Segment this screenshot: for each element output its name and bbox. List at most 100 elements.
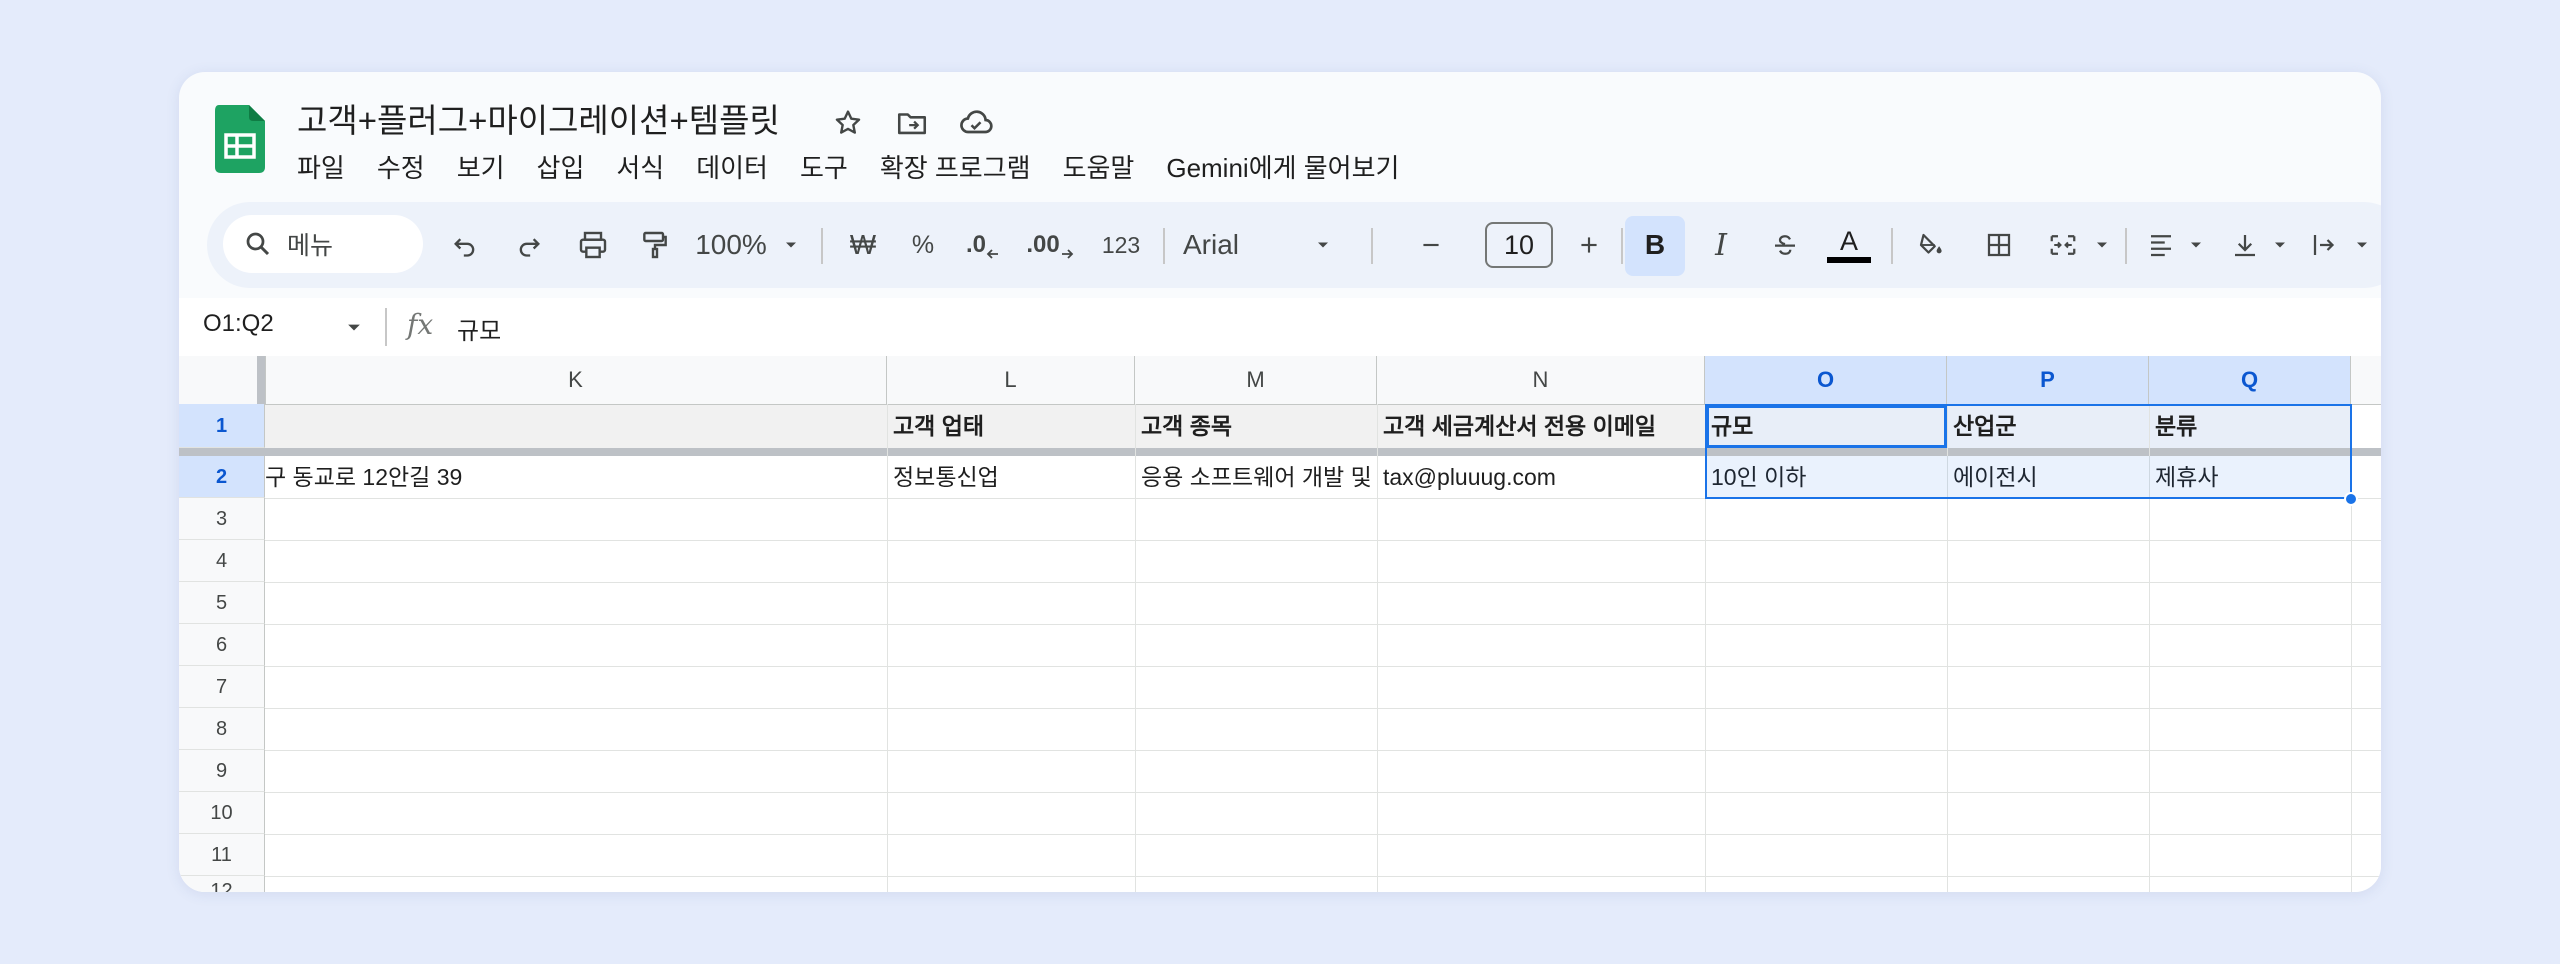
- gridline: [1377, 404, 1378, 892]
- move-folder-icon[interactable]: [891, 102, 933, 144]
- name-box-chevron-down-icon[interactable]: [344, 320, 364, 336]
- row-header[interactable]: 12: [179, 876, 265, 892]
- column-header[interactable]: M: [1135, 356, 1377, 404]
- cell-tax-email[interactable]: tax@pluuug.com: [1377, 456, 1705, 498]
- font-size-input[interactable]: 10: [1485, 222, 1553, 268]
- cell-header[interactable]: [265, 405, 887, 448]
- function-fx-icon: fx: [407, 308, 434, 341]
- cell-business-type[interactable]: 정보통신업: [887, 456, 1135, 498]
- select-all-corner[interactable]: [179, 356, 266, 404]
- text-color-swatch: [1827, 257, 1871, 263]
- column-header[interactable]: N: [1377, 356, 1705, 404]
- valign-chevron-down-icon[interactable]: [2265, 202, 2295, 288]
- italic-label: I: [1715, 227, 1727, 263]
- row-header[interactable]: 4: [179, 540, 265, 582]
- cell-header[interactable]: 고객 세금계산서 전용 이메일: [1377, 405, 1705, 448]
- merge-cells-icon[interactable]: [2035, 202, 2091, 288]
- menu-data[interactable]: 데이터: [680, 148, 784, 188]
- row-header[interactable]: 9: [179, 750, 265, 792]
- row-header[interactable]: 7: [179, 666, 265, 708]
- frozen-column-divider[interactable]: [257, 356, 265, 404]
- menu-help[interactable]: 도움말: [1047, 148, 1151, 188]
- sheets-logo-icon[interactable]: [215, 105, 265, 173]
- decrease-decimal-button[interactable]: .0: [955, 202, 1011, 288]
- increase-font-size-icon[interactable]: [1561, 202, 1617, 288]
- row-header[interactable]: 6: [179, 624, 265, 666]
- toolbar: 메뉴 100% ₩ % .0 .00 123 Arial 10 B I A: [207, 202, 2381, 288]
- star-icon[interactable]: [827, 102, 869, 144]
- row-header[interactable]: 11: [179, 834, 265, 876]
- formula-input[interactable]: 규모: [457, 311, 501, 346]
- menu-edit[interactable]: 수정: [361, 148, 441, 188]
- document-title[interactable]: 고객+플러그+마이그레이션+템플릿: [297, 94, 780, 142]
- percent-label: %: [911, 230, 935, 259]
- font-select[interactable]: Arial: [1173, 202, 1343, 288]
- cell-header[interactable]: 고객 종목: [1135, 405, 1377, 448]
- row-header-selected[interactable]: 2: [179, 456, 265, 498]
- cloud-saved-icon[interactable]: [955, 102, 997, 144]
- gridline: [1135, 404, 1136, 892]
- wrap-chevron-down-icon[interactable]: [2347, 202, 2377, 288]
- increase-decimal-button[interactable]: .00: [1017, 202, 1083, 288]
- frozen-row-divider[interactable]: [179, 448, 2381, 456]
- gridline: [265, 792, 2381, 793]
- row-header-selected[interactable]: 1: [179, 404, 265, 448]
- strikethrough-icon[interactable]: [1755, 202, 1815, 288]
- active-cell: [1706, 405, 1947, 448]
- number-format-label: 123: [1101, 231, 1141, 258]
- cell-business-item[interactable]: 응용 소프트웨어 개발 및: [1135, 456, 1377, 498]
- fill-color-icon[interactable]: [1901, 202, 1961, 288]
- text-color-button[interactable]: A: [1819, 202, 1879, 288]
- halign-chevron-down-icon[interactable]: [2181, 202, 2211, 288]
- cell[interactable]: [2351, 405, 2381, 448]
- row-header[interactable]: 5: [179, 582, 265, 624]
- gridline: [265, 834, 2381, 835]
- name-box[interactable]: O1:Q2: [203, 310, 274, 338]
- toolbar-divider: [1891, 228, 1893, 264]
- toolbar-divider: [1371, 228, 1373, 264]
- menu-view[interactable]: 보기: [441, 148, 521, 188]
- menu-search-input[interactable]: 메뉴: [223, 215, 423, 273]
- redo-icon[interactable]: [503, 202, 555, 288]
- row-header[interactable]: 10: [179, 792, 265, 834]
- menu-extensions[interactable]: 확장 프로그램: [864, 148, 1047, 188]
- sheets-window: 고객+플러그+마이그레이션+템플릿 파일 수정 보기 삽입 서식 데이터 도구 …: [179, 72, 2381, 892]
- column-header[interactable]: R: [2351, 356, 2381, 404]
- cell-address[interactable]: 구 동교로 12안길 39: [265, 456, 887, 498]
- cell-header[interactable]: 고객 업태: [887, 405, 1135, 448]
- column-header-selected[interactable]: P: [1947, 356, 2149, 404]
- spreadsheet-grid[interactable]: K L M N O P Q R 1 2 3 4 5 6 7 8 9 10 11 …: [179, 356, 2381, 892]
- borders-icon[interactable]: [1971, 202, 2027, 288]
- currency-button[interactable]: ₩: [835, 202, 891, 288]
- paint-format-icon[interactable]: [627, 202, 683, 288]
- print-icon[interactable]: [565, 202, 621, 288]
- row-header[interactable]: 3: [179, 498, 265, 540]
- number-format-button[interactable]: 123: [1089, 202, 1153, 288]
- menu-format[interactable]: 서식: [600, 148, 680, 188]
- italic-button[interactable]: I: [1691, 202, 1751, 288]
- cell[interactable]: [2351, 456, 2381, 498]
- fill-handle[interactable]: [2344, 492, 2358, 506]
- menu-insert[interactable]: 삽입: [521, 148, 601, 188]
- toolbar-divider: [821, 228, 823, 264]
- cell-header-selected[interactable]: 분류: [2149, 405, 2351, 448]
- percent-button[interactable]: %: [897, 202, 949, 288]
- merge-chevron-down-icon[interactable]: [2087, 202, 2117, 288]
- column-header-selected[interactable]: Q: [2149, 356, 2351, 404]
- column-header[interactable]: L: [887, 356, 1135, 404]
- zoom-chevron-down-icon[interactable]: [775, 202, 807, 288]
- menu-gemini[interactable]: Gemini에게 물어보기: [1150, 148, 1415, 188]
- zoom-select[interactable]: 100%: [691, 202, 771, 288]
- column-header-selected[interactable]: O: [1705, 356, 1947, 404]
- cell-header-selected[interactable]: 산업군: [1947, 405, 2149, 448]
- bold-button[interactable]: B: [1625, 202, 1685, 288]
- menu-file[interactable]: 파일: [297, 148, 361, 188]
- menu-tools[interactable]: 도구: [784, 148, 864, 188]
- column-header[interactable]: K: [265, 356, 887, 404]
- decrease-font-size-icon[interactable]: [1401, 202, 1461, 288]
- undo-icon[interactable]: [439, 202, 491, 288]
- toolbar-divider: [1163, 228, 1165, 264]
- row-header[interactable]: 8: [179, 708, 265, 750]
- text-wrap-icon[interactable]: [2297, 202, 2353, 288]
- text-color-label: A: [1839, 226, 1858, 256]
